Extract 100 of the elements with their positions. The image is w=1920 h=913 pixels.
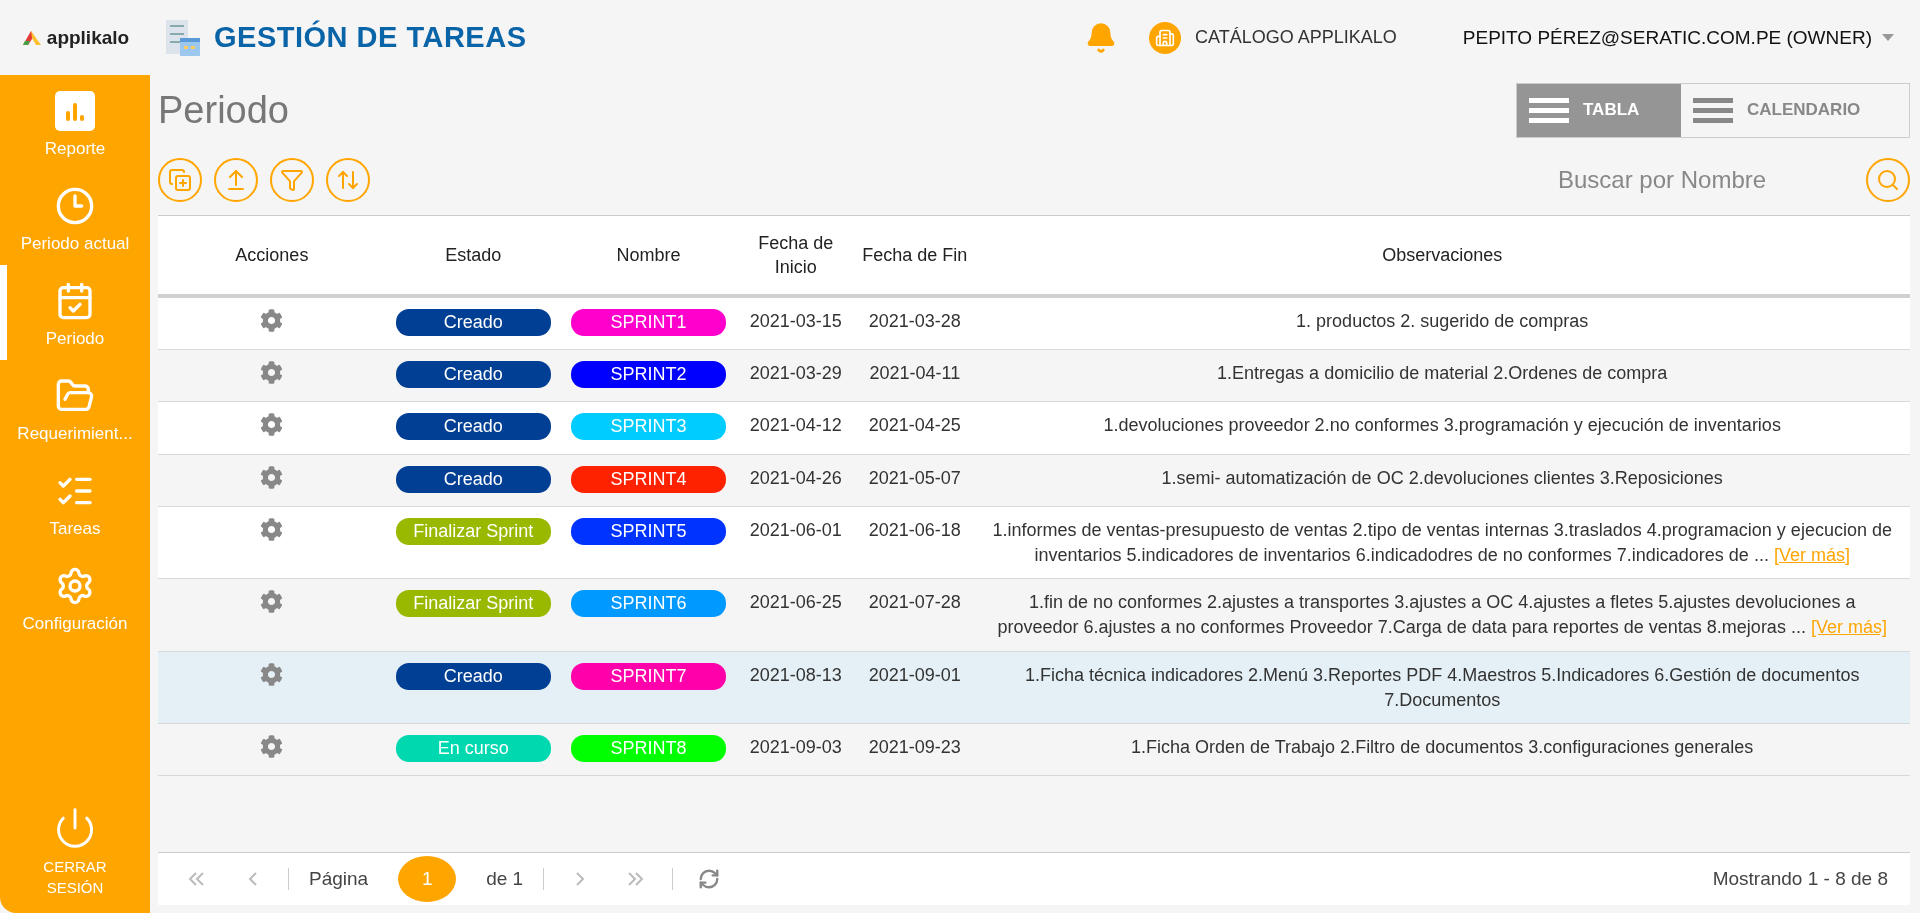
sort-button[interactable] <box>326 158 370 202</box>
logout-button[interactable]: CERRAR SESIÓN <box>0 805 150 913</box>
table-cell: 2021-07-28 <box>855 578 975 651</box>
filter-icon <box>280 168 304 192</box>
app-title: GESTIÓN DE TAREAS <box>214 21 527 54</box>
table-cell: 2021-06-01 <box>736 506 856 579</box>
settings-icon[interactable] <box>260 734 284 758</box>
observation-text: 1.Ficha técnica indicadores 2.Menú 3.Reportes PDF 4.Maestros 5.Indicadores 6.Gestión de documentos 7.Documentos <box>1023 663 1861 712</box>
see-more-link[interactable]: [Ver más] <box>1773 544 1850 565</box>
menu-lines-icon <box>1693 97 1733 123</box>
chevron-left-icon <box>247 872 257 886</box>
status-badge: En curso <box>395 734 551 762</box>
table-cell: 2021-06-18 <box>855 506 975 579</box>
sprint-tag: SPRINT6 <box>570 590 727 618</box>
settings-icon[interactable] <box>260 662 284 686</box>
table-row[interactable]: Creado SPRINT4 2021-04-26 2021-05-07 1.semi- automatización de OC 2.devoluciones clientes 3.Reposiciones <box>158 454 1910 507</box>
clock-icon <box>55 186 95 226</box>
table-cell: 2021-04-12 <box>736 401 856 455</box>
observation-text: 1.informes de ventas-presupuesto de ventas 2.tipo de ventas internas 3.traslados 4.programacion y ejecucion de inventarios 5.indicadores de inventarios 6.indicadodres de no conformes 7.indicadores de ... [Ver más] <box>991 518 1893 567</box>
user-menu[interactable]: PEPITO PÉREZ@SERATIC.COM.PE (OWNER) <box>1456 25 1900 50</box>
settings-icon <box>55 566 95 606</box>
sidebar-item[interactable]: Configuración <box>0 550 150 645</box>
status-badge: Creado <box>395 309 551 336</box>
column-header: Estado <box>385 216 561 296</box>
caret-icon <box>1882 34 1894 41</box>
settings-icon[interactable] <box>260 590 284 614</box>
sidebar-item[interactable]: Tareas <box>0 455 150 550</box>
table-cell: 2021-03-28 <box>855 296 975 350</box>
bar-chart-icon <box>55 91 95 131</box>
table-row[interactable] <box>158 506 1910 579</box>
sidebar-item[interactable]: Reporte <box>0 75 150 170</box>
building-icon <box>1149 21 1182 54</box>
table-cell: 2021-04-11 <box>855 349 975 402</box>
table-cell: 2021-08-13 <box>736 651 856 724</box>
sprint-tag: SPRINT4 <box>570 465 727 493</box>
filter-button[interactable] <box>270 158 314 202</box>
table-cell: 2021-09-03 <box>736 723 856 776</box>
page-label: Página <box>309 868 369 890</box>
sidebar-item[interactable]: Periodo actual <box>0 170 150 265</box>
column-header: Fecha de Fin <box>855 216 975 296</box>
observation-text: 1.Ficha Orden de Trabajo 2.Filtro de documentos 3.configuraciones generales <box>1130 735 1755 759</box>
table-row[interactable]: Creado SPRINT1 2021-03-15 2021-03-28 1. productos 2. sugerido de compras <box>158 296 1910 350</box>
page-number-field[interactable]: 1 <box>398 856 457 902</box>
page-total: de 1 <box>486 868 524 890</box>
table-cell: 2021-05-07 <box>855 454 975 507</box>
table-cell: 2021-03-15 <box>736 296 856 350</box>
sprint-tag: SPRINT7 <box>570 662 727 690</box>
double-chevron-right-icon <box>628 872 645 886</box>
upload-button[interactable] <box>214 158 258 202</box>
column-header: Acciones <box>158 216 386 296</box>
observation-text: 1. productos 2. sugerido de compras <box>1295 310 1590 333</box>
settings-icon[interactable] <box>260 465 284 489</box>
see-more-link[interactable]: [Ver más] <box>1810 617 1887 638</box>
observation-text: 1.devoluciones proveedor 2.no conformes 3.programación y ejecución de inventarios <box>1102 414 1782 438</box>
calendar-check-icon <box>55 281 95 321</box>
settings-icon[interactable] <box>260 517 284 541</box>
column-header: Nombre <box>560 216 737 296</box>
column-header: Observaciones <box>974 216 1910 296</box>
status-badge: Creado <box>395 662 551 690</box>
table-cell: 2021-09-23 <box>855 723 975 776</box>
observation-text: 1.Entregas a domicilio de material 2.Ordenes de compra <box>1216 362 1669 386</box>
status-badge: Finalizar Sprint <box>395 517 551 545</box>
observation-text: 1.fin de no conformes 2.ajustes a transportes 3.ajustes a OC 4.ajustes a fletes 5.ajustes devoluciones a proveedor 6.ajustes a no conformes Proveedor 7.Carga de data para reportes de ventas 8.mejoras ... [Ver más] <box>996 591 1888 640</box>
menu-lines-icon <box>1529 97 1569 123</box>
sprint-tag: SPRINT5 <box>570 517 727 545</box>
view-tab[interactable]: TABLA <box>1517 83 1681 137</box>
records-summary: Mostrando 1 - 8 de 8 <box>1712 868 1889 890</box>
sidebar-item[interactable]: Periodo <box>0 265 150 360</box>
table-cell: 2021-06-25 <box>736 578 856 651</box>
sprint-tag: SPRINT2 <box>570 361 727 389</box>
table-cell: 2021-04-26 <box>736 454 856 507</box>
table-row[interactable]: Creado SPRINT3 2021-04-12 2021-04-25 1.devoluciones proveedor 2.no conformes 3.programación y ejecución de inventarios <box>158 401 1910 455</box>
search-button[interactable] <box>1866 158 1910 202</box>
double-chevron-left-icon <box>188 872 204 886</box>
refresh-icon <box>698 868 721 890</box>
settings-icon[interactable] <box>260 413 284 437</box>
sidebar-item[interactable]: Requerimient... <box>0 360 150 455</box>
chevron-right-icon <box>575 872 585 886</box>
table-cell: 2021-04-25 <box>855 401 975 455</box>
settings-icon[interactable] <box>260 309 284 332</box>
copy-plus-icon <box>168 168 192 192</box>
table-row[interactable]: En curso SPRINT8 2021-09-03 2021-09-23 1.Ficha Orden de Trabajo 2.Filtro de documentos 3.configuraciones generales <box>158 723 1910 776</box>
table-row[interactable]: Creado SPRINT2 2021-03-29 2021-04-11 1.Entregas a domicilio de material 2.Ordenes de compra <box>158 349 1910 402</box>
sort-icon <box>336 168 360 192</box>
sprint-tag: SPRINT1 <box>570 309 727 336</box>
search-icon <box>1876 168 1900 192</box>
settings-icon[interactable] <box>260 361 284 385</box>
logo-text: applikalo <box>46 26 130 49</box>
observation-text: 1.semi- automatización de OC 2.devoluciones clientes 3.Reposiciones <box>1160 466 1724 490</box>
status-badge: Creado <box>395 361 551 389</box>
new-copy-button[interactable] <box>158 158 202 202</box>
page-title: Periodo <box>158 88 289 132</box>
sprint-tag: SPRINT3 <box>570 413 727 441</box>
search-field[interactable]: Buscar por Nombre <box>1556 165 1820 195</box>
table-cell: 2021-09-01 <box>855 651 975 724</box>
column-header: Fecha de Inicio <box>736 216 856 296</box>
catalog-link[interactable]: CATÁLOGO APPLIKALO <box>1149 21 1397 54</box>
task-calendar-icon <box>164 17 202 58</box>
table-cell: 2021-03-29 <box>736 349 856 402</box>
sprint-tag: SPRINT8 <box>570 734 727 762</box>
